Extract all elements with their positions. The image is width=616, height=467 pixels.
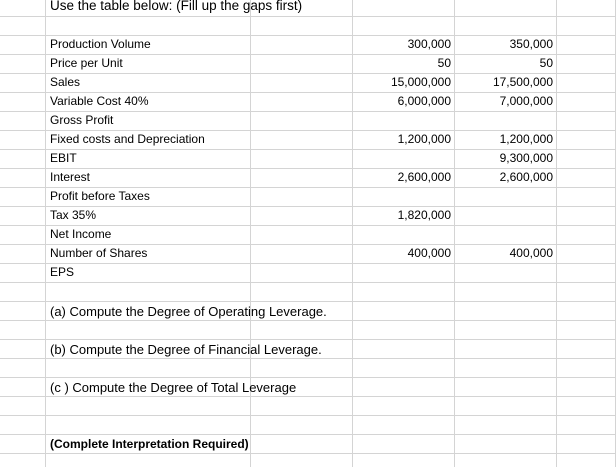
cell-fixed-costs-col1[interactable]: 1,200,000 [351, 130, 451, 149]
row-label-tax[interactable]: Tax 35% [50, 206, 96, 225]
row-label-ebit[interactable]: EBIT [50, 149, 77, 168]
row-label-number-of-shares[interactable]: Number of Shares [50, 244, 147, 263]
cell-eps-col1[interactable] [351, 263, 451, 282]
cell-fixed-costs-col2[interactable]: 1,200,000 [453, 130, 553, 149]
cell-production-volume-col2[interactable]: 350,000 [453, 35, 553, 54]
cell-profit-before-taxes-col1[interactable] [351, 187, 451, 206]
cell-price-per-unit-col1[interactable]: 50 [351, 54, 451, 73]
cell-production-volume-col1[interactable]: 300,000 [351, 35, 451, 54]
row-label-sales[interactable]: Sales [50, 73, 80, 92]
row-label-fixed-costs[interactable]: Fixed costs and Depreciation [50, 130, 205, 149]
row-label-production-volume[interactable]: Production Volume [50, 35, 151, 54]
cell-variable-cost-col1[interactable]: 6,000,000 [351, 92, 451, 111]
cell-price-per-unit-col2[interactable]: 50 [453, 54, 553, 73]
cell-sales-col1[interactable]: 15,000,000 [351, 73, 451, 92]
cell-profit-before-taxes-col2[interactable] [453, 187, 553, 206]
cell-number-of-shares-col2[interactable]: 400,000 [453, 244, 553, 263]
cell-net-income-col2[interactable] [453, 225, 553, 244]
cell-interest-col1[interactable]: 2,600,000 [351, 168, 451, 187]
question-a-cell[interactable]: (a) Compute the Degree of Operating Leve… [50, 302, 327, 321]
cell-ebit-col2[interactable]: 9,300,000 [453, 149, 553, 168]
cell-eps-col2[interactable] [453, 263, 553, 282]
row-label-eps[interactable]: EPS [50, 263, 74, 282]
question-b-cell[interactable]: (b) Compute the Degree of Financial Leve… [50, 340, 322, 359]
cell-ebit-col1[interactable] [351, 149, 451, 168]
cell-interest-col2[interactable]: 2,600,000 [453, 168, 553, 187]
cell-number-of-shares-col1[interactable]: 400,000 [351, 244, 451, 263]
row-label-profit-before-taxes[interactable]: Profit before Taxes [50, 187, 150, 206]
sheet-title-cell[interactable]: Use the table below: (Fill up the gaps f… [50, 0, 302, 15]
gridline-horizontal [0, 16, 616, 17]
interpretation-note-cell[interactable]: (Complete Interpretation Required) [50, 435, 249, 454]
cell-gross-profit-col2[interactable] [453, 111, 553, 130]
cell-sales-col2[interactable]: 17,500,000 [453, 73, 553, 92]
cell-tax-col2[interactable] [453, 206, 553, 225]
question-c-cell[interactable]: (c ) Compute the Degree of Total Leverag… [50, 378, 296, 397]
gridline-horizontal [0, 415, 616, 416]
cell-gross-profit-col1[interactable] [351, 111, 451, 130]
row-label-interest[interactable]: Interest [50, 168, 90, 187]
row-label-gross-profit[interactable]: Gross Profit [50, 111, 113, 130]
cell-variable-cost-col2[interactable]: 7,000,000 [453, 92, 553, 111]
row-label-net-income[interactable]: Net Income [50, 225, 111, 244]
cell-tax-col1[interactable]: 1,820,000 [351, 206, 451, 225]
row-label-price-per-unit[interactable]: Price per Unit [50, 54, 123, 73]
cell-net-income-col1[interactable] [351, 225, 451, 244]
gridline-horizontal [0, 282, 616, 283]
row-label-variable-cost[interactable]: Variable Cost 40% [50, 92, 149, 111]
spreadsheet-grid: Use the table below: (Fill up the gaps f… [0, 0, 616, 467]
